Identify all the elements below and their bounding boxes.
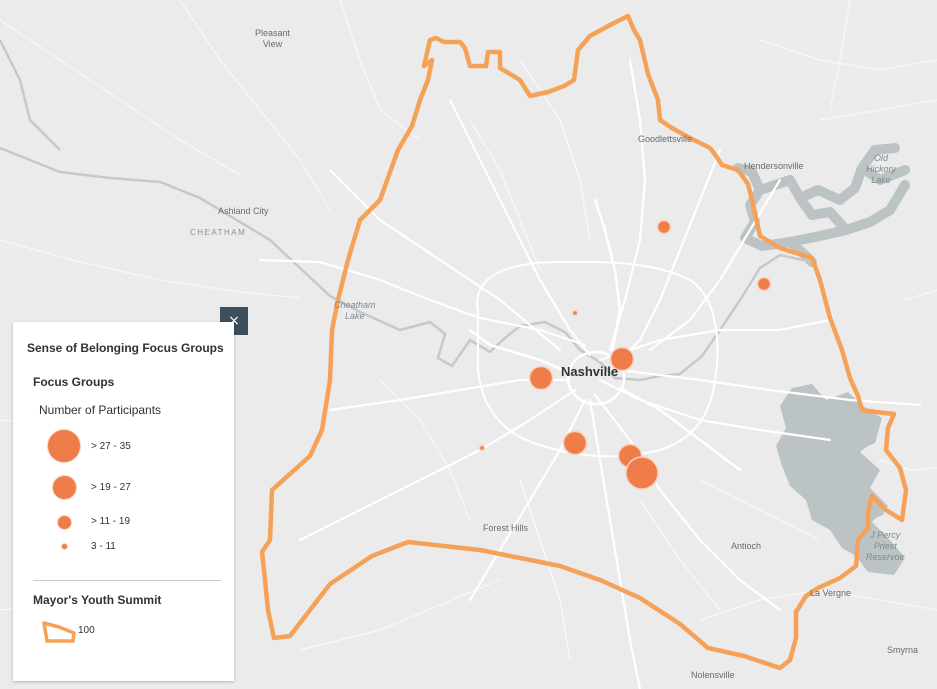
label-ashland-city: Ashland City: [218, 206, 269, 216]
legend-class-label: 3 - 11: [91, 541, 116, 552]
legend-boundary-symbol: [42, 621, 76, 643]
focus-group-point[interactable]: [571, 309, 579, 317]
focus-group-point[interactable]: [478, 444, 486, 452]
label-forest-hills: Forest Hills: [483, 523, 529, 533]
legend-field-participants: Number of Participants: [39, 403, 162, 417]
label-nolensville: Nolensville: [691, 670, 735, 680]
label-la-vergne: La Vergne: [810, 588, 852, 598]
legend-symbol-xsmall: [61, 543, 68, 550]
label-antioch: Antioch: [731, 541, 762, 551]
focus-group-point[interactable]: [625, 456, 659, 490]
legend-symbol-large: [47, 429, 81, 463]
legend-layer-focus-groups: Focus Groups: [33, 375, 115, 389]
legend-youth-value: 100: [78, 625, 95, 636]
label-percy-priest: J Percy Priest Reservoir: [866, 530, 905, 562]
legend-class-label: > 27 - 35: [91, 441, 131, 452]
legend-class-row: > 19 - 27: [33, 473, 223, 513]
legend-class-label: > 11 - 19: [91, 516, 131, 527]
legend-divider: [33, 580, 221, 581]
label-smyrna: Smyrna: [887, 645, 919, 655]
legend-title: Sense of Belonging Focus Groups: [27, 341, 224, 355]
legend-symbol-small: [57, 515, 72, 530]
label-goodlettsville: Goodlettsville: [638, 134, 693, 144]
focus-group-point[interactable]: [562, 430, 588, 456]
legend-layer-youth-summit: Mayor's Youth Summit: [33, 593, 162, 607]
focus-group-point[interactable]: [528, 365, 554, 391]
focus-group-point[interactable]: [756, 276, 772, 292]
label-old-hickory-lake: Old Hickory Lake: [866, 153, 897, 185]
legend-class-row: > 27 - 35: [33, 427, 223, 467]
label-cheatham: CHEATHAM: [190, 228, 247, 237]
legend-class-label: > 19 - 27: [91, 482, 131, 493]
legend-class-row: 3 - 11: [33, 541, 223, 581]
label-hendersonville: Hendersonville: [744, 161, 804, 171]
legend-panel: Sense of Belonging Focus Groups Focus Gr…: [13, 322, 234, 681]
label-pleasant-view: Pleasant View: [255, 28, 291, 49]
legend-youth-row: 100: [33, 619, 223, 659]
legend-symbol-medium: [52, 475, 77, 500]
label-cheatham-lake: Cheatham Lake: [334, 300, 376, 321]
focus-group-point[interactable]: [656, 219, 672, 235]
label-nashville: Nashville: [561, 364, 619, 379]
